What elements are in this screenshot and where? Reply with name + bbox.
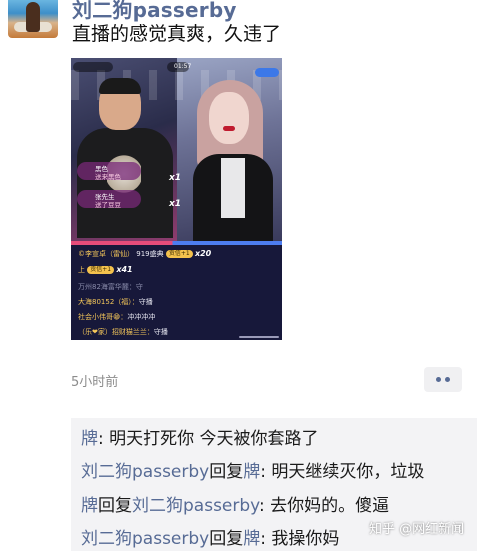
post-text: 直播的感觉真爽，久违了 — [72, 23, 282, 45]
man-hair — [99, 78, 141, 94]
author-avatar[interactable] — [8, 0, 58, 38]
comment-reply-target[interactable]: 牌 — [243, 462, 260, 482]
zhihu-watermark: 知乎 @网红新闻 — [369, 522, 465, 537]
comment-text: 我操你妈 — [271, 529, 340, 549]
woman-face — [209, 92, 249, 144]
chat-line: 万州82海富华麓：守 — [78, 283, 143, 291]
livestream-screenshot[interactable]: 01:57 黑色 送来黑色 x1 张先生 送了豆豆 x1 ©李宣卓（雷仙） 91… — [71, 58, 282, 340]
comment-reply-target[interactable]: 刘二狗passerby — [132, 496, 259, 516]
comment-author[interactable]: 牌 — [81, 429, 98, 449]
comment-text: 去你妈的。傻逼 — [270, 496, 390, 516]
comment-text: 明天打死你 今天被你套路了 — [109, 429, 319, 449]
woman-lips — [223, 126, 235, 131]
chat-line: （乐❤家）招财猫兰兰：守播 — [78, 328, 168, 336]
comment-author[interactable]: 刘二狗passerby — [81, 529, 209, 549]
scroll-indicator — [239, 336, 279, 338]
pk-timer: 01:57 — [174, 63, 192, 70]
follow-badge — [255, 68, 279, 77]
streamer-info-pill — [73, 62, 113, 72]
pk-video: 01:57 黑色 送来黑色 x1 张先生 送了豆豆 x1 — [71, 58, 282, 241]
comment-row[interactable]: 牌回复刘二狗passerby: 去你妈的。傻逼 — [81, 491, 389, 516]
comment-row[interactable]: 刘二狗passerby回复牌: 明天继续灭你，垃圾 — [81, 457, 424, 482]
chat-line: 上 贡信+1 x41 — [78, 265, 133, 274]
gift-sub-1: 送来黑色 — [95, 173, 121, 181]
comment-reply-target[interactable]: 牌 — [243, 529, 260, 549]
more-dots-icon — [445, 377, 450, 382]
chat-line: 大海80152（福）：守播 — [78, 298, 153, 306]
gift-sub-2: 送了豆豆 — [95, 201, 121, 209]
comment-row[interactable]: 刘二狗passerby回复牌: 我操你妈 — [81, 524, 339, 549]
gift-count-1: x1 — [169, 173, 182, 183]
comment-author[interactable]: 牌 — [81, 496, 98, 516]
live-chat: ©李宣卓（雷仙） 919盛典 贡信+1 x20 上 贡信+1 x41 万州82海… — [71, 245, 282, 340]
avatar-figure — [26, 2, 40, 32]
chat-line: 社会小伟哥😁：冲冲冲冲 — [78, 313, 156, 321]
woman-shirt — [221, 158, 245, 218]
comment-author[interactable]: 刘二狗passerby — [81, 462, 209, 482]
gift-count-2: x1 — [169, 199, 182, 209]
chat-line: ©李宣卓（雷仙） 919盛典 贡信+1 x20 — [78, 249, 212, 258]
comment-row[interactable]: 牌: 明天打死你 今天被你套路了 — [81, 424, 319, 449]
post-timestamp: 5小时前 — [71, 375, 119, 390]
more-actions-button[interactable] — [424, 367, 462, 392]
comment-text: 明天继续灭你，垃圾 — [271, 462, 425, 482]
more-dots-icon — [436, 377, 441, 382]
